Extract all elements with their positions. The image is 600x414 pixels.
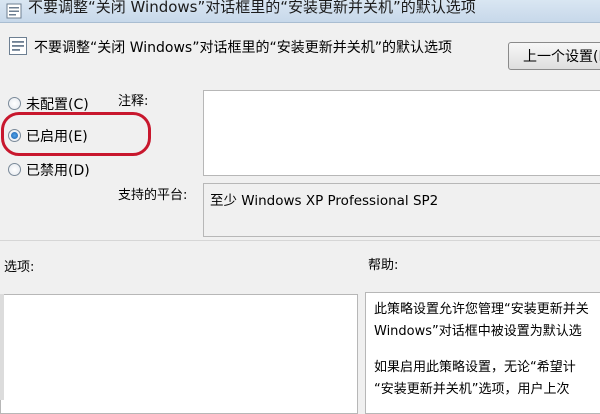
help-panel: 此策略设置允许您管理“安装更新并关 Windows”对话框中被设置为默认选 如果… xyxy=(365,292,600,414)
comment-textarea[interactable] xyxy=(203,90,600,176)
radio-circle-icon xyxy=(8,97,21,110)
options-scrollbar[interactable] xyxy=(0,294,4,400)
policy-title: 不要调整“关闭 Windows”对话框里的“安装更新并关机”的默认选项 xyxy=(34,40,452,56)
help-line: “安装更新并关机”选项，用户上次 xyxy=(374,382,570,397)
help-label: 帮助: xyxy=(368,258,399,273)
comment-label: 注释: xyxy=(118,94,149,109)
window-titlebar[interactable]: 不要调整“关闭 Windows”对话框里的“安装更新并关机”的默认选项 xyxy=(0,0,600,23)
help-text: 此策略设置允许您管理“安装更新并关 Windows”对话框中被设置为默认选 如果… xyxy=(374,299,589,401)
supported-platform-label: 支持的平台: xyxy=(118,188,188,203)
policy-header: 不要调整“关闭 Windows”对话框里的“安装更新并关机”的默认选项 上一个设… xyxy=(0,22,600,80)
annotation-highlight-ring xyxy=(1,112,151,156)
options-label: 选项: xyxy=(4,260,35,275)
options-panel[interactable] xyxy=(0,294,358,414)
help-line: 如果启用此策略设置，无论“希望计 xyxy=(374,360,576,375)
help-line: Windows”对话框中被设置为默认选 xyxy=(374,324,582,339)
section-divider xyxy=(0,240,600,241)
radio-circle-icon xyxy=(8,163,21,176)
radio-label: 未配置(C) xyxy=(26,97,89,113)
radio-not-configured[interactable]: 未配置(C) xyxy=(8,94,89,114)
previous-setting-button[interactable]: 上一个设置(P) xyxy=(508,42,600,70)
help-line: 此策略设置允许您管理“安装更新并关 xyxy=(374,302,589,317)
supported-platform-field: 至少 Windows XP Professional SP2 xyxy=(203,183,600,237)
policy-icon xyxy=(6,3,22,23)
policy-setting-icon xyxy=(8,36,28,60)
radio-disabled[interactable]: 已禁用(D) xyxy=(8,160,90,180)
window-title: 不要调整“关闭 Windows”对话框里的“安装更新并关机”的默认选项 xyxy=(28,0,476,16)
radio-label: 已禁用(D) xyxy=(26,163,90,179)
supported-platform-value: 至少 Windows XP Professional SP2 xyxy=(210,193,439,209)
